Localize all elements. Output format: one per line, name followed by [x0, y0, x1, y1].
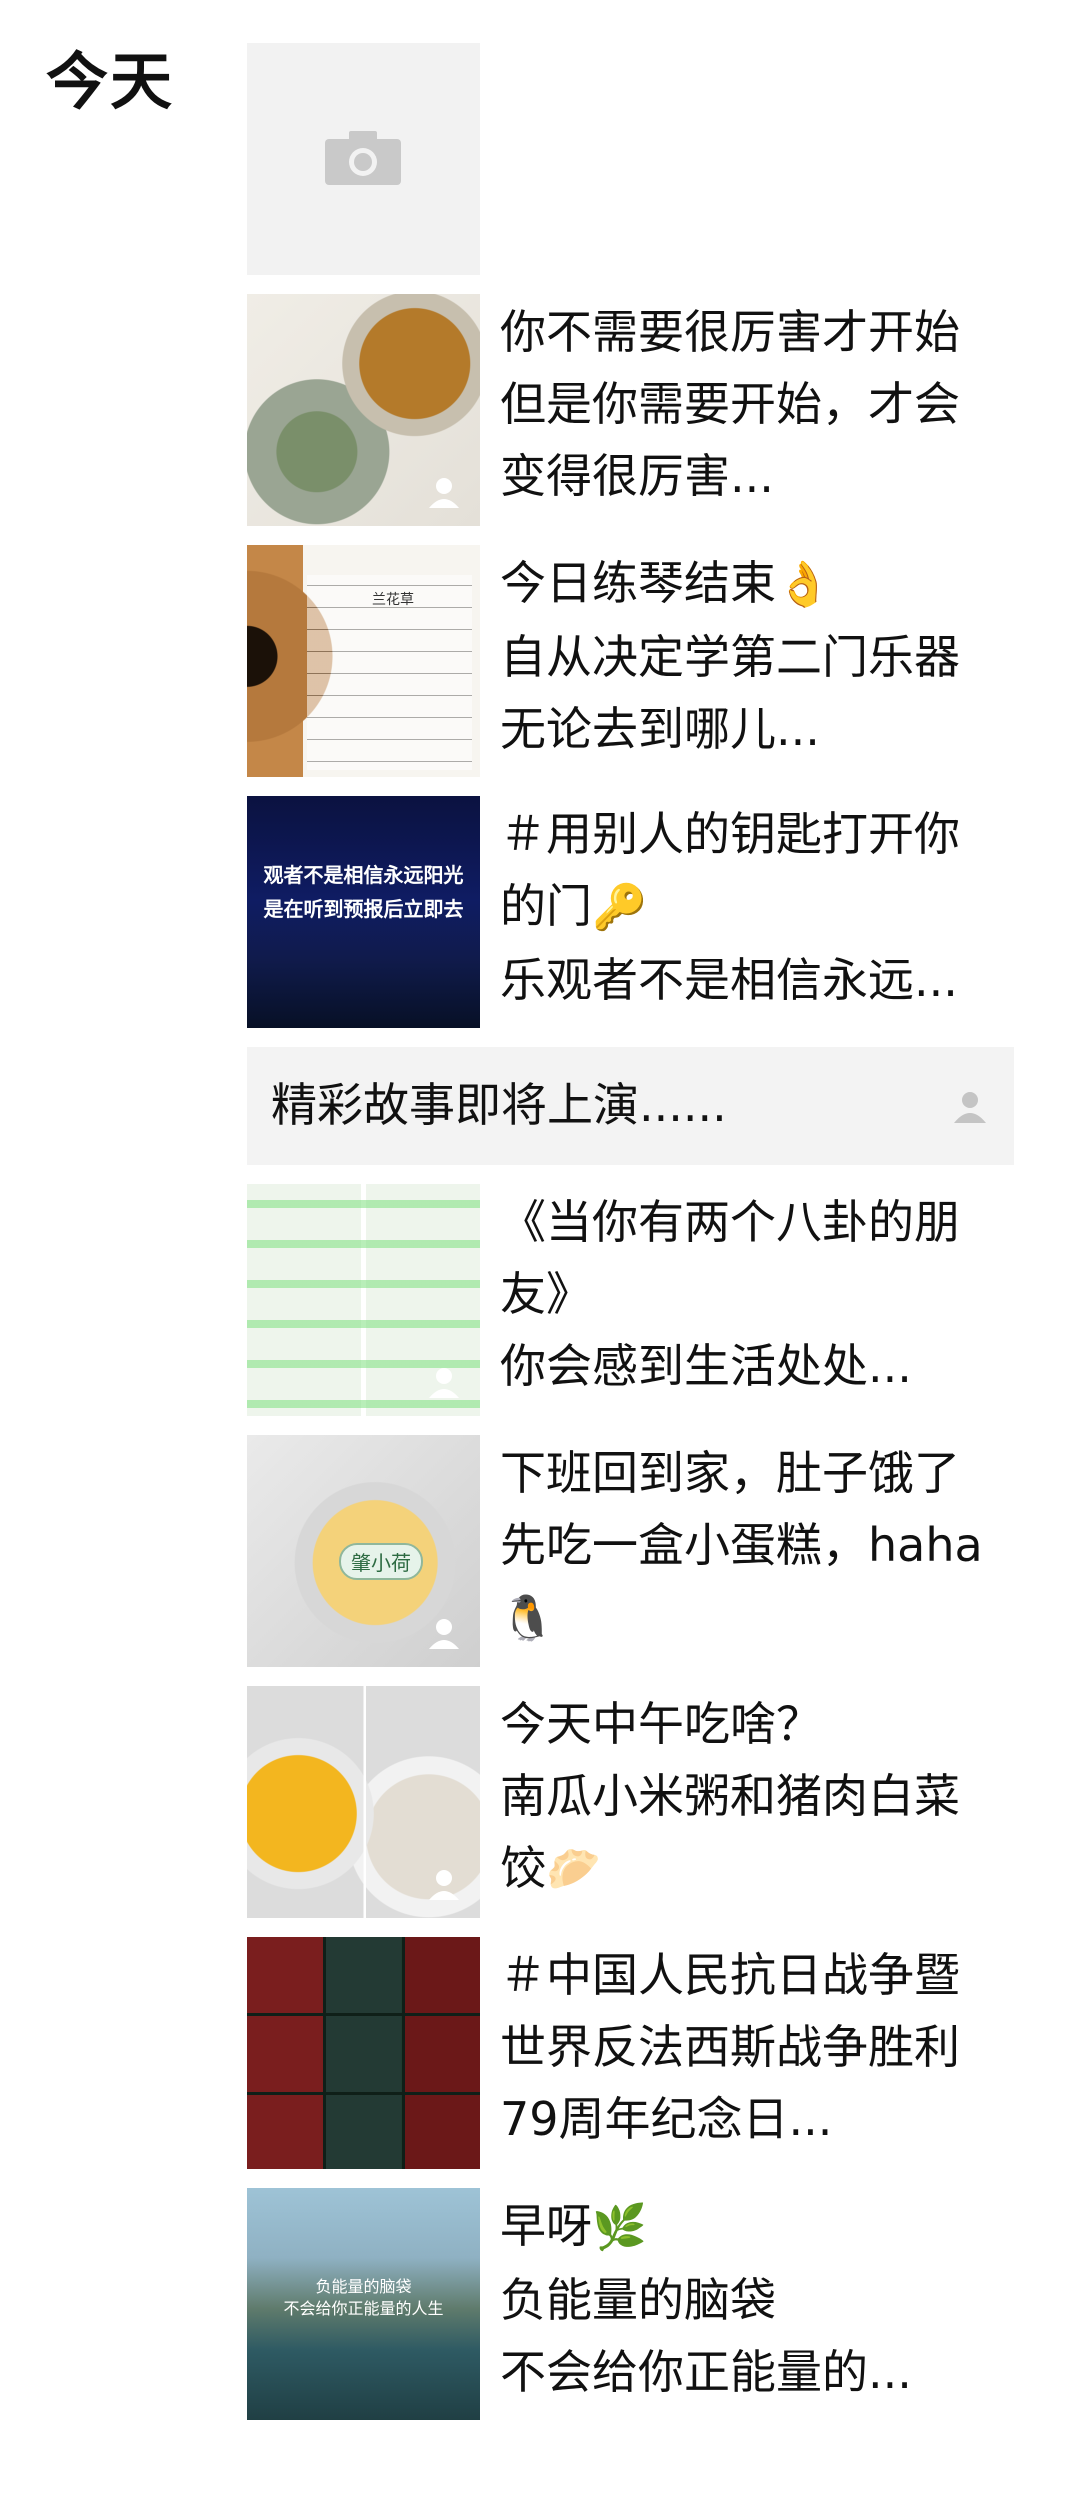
post-thumbnail[interactable]	[247, 1184, 480, 1416]
post-text-line: 乐观者不是相信永远...	[500, 953, 958, 1007]
leaf-emoji-icon: 🌿	[592, 2202, 647, 2253]
post-text: 《当你有两个八卦的朋 友》 你会感到生活处处...	[500, 1184, 1007, 1402]
post-item[interactable]: 负能量的脑袋 不会给你正能量的人生 早呀🌿 负能量的脑袋 不会给你正能量的...	[247, 2188, 1007, 2420]
post-item[interactable]: ＃中国人民抗日战争暨 世界反法西斯战争胜利 79周年纪念日...	[247, 1937, 1007, 2169]
post-text-line: 先吃一盒小蛋糕，haha	[500, 1518, 983, 1572]
post-item[interactable]: 你不需要很厉害才开始 但是你需要开始，才会 变得很厉害...	[247, 294, 1007, 526]
thumbnail-caption-line: 是在听到预报后立即去	[263, 897, 464, 921]
penguin-emoji-icon: 🐧	[500, 1593, 555, 1644]
post-text: ＃用别人的钥匙打开你 的门🔑 乐观者不是相信永远...	[500, 796, 1007, 1016]
post-text-line: 饺	[500, 1841, 546, 1895]
post-item[interactable]: 观者不是相信永远阳光 是在听到预报后立即去 ＃用别人的钥匙打开你 的门🔑 乐观者…	[247, 796, 1007, 1028]
moments-feed: 你不需要很厉害才开始 但是你需要开始，才会 变得很厉害... 兰花草 今日练琴结…	[247, 43, 1014, 2439]
friend-icon	[429, 1368, 459, 1398]
post-text: ＃中国人民抗日战争暨 世界反法西斯战争胜利 79周年纪念日...	[500, 1937, 1007, 2155]
friend-icon	[429, 1870, 459, 1900]
post-item[interactable]: 肇小荷 下班回到家，肚子饿了 先吃一盒小蛋糕，haha 🐧	[247, 1435, 1007, 1667]
thumbnail-caption-line: 不会给你正能量的人生	[283, 2299, 444, 2318]
post-text-line: 世界反法西斯战争胜利	[500, 2020, 960, 2074]
post-text-line: ＃中国人民抗日战争暨	[500, 1948, 960, 2002]
post-text-line: 友》	[500, 1267, 592, 1321]
day-label: 今天	[46, 45, 175, 118]
text-only-post[interactable]: 精彩故事即将上演......	[247, 1047, 1014, 1165]
post-text-line: 不会给你正能量的...	[500, 2345, 912, 2399]
post-text: 早呀🌿 负能量的脑袋 不会给你正能量的...	[500, 2188, 1007, 2408]
post-text-line: 负能量的脑袋	[500, 2273, 776, 2327]
post-item[interactable]: 《当你有两个八卦的朋 友》 你会感到生活处处...	[247, 1184, 1007, 1416]
post-text-line: 你会感到生活处处...	[500, 1339, 912, 1393]
post-thumbnail[interactable]: 兰花草	[247, 545, 480, 777]
thumbnail-caption: 观者不是相信永远阳光 是在听到预报后立即去	[247, 858, 480, 926]
post-text: 下班回到家，肚子饿了 先吃一盒小蛋糕，haha 🐧	[500, 1435, 1007, 1655]
post-thumbnail[interactable]	[247, 43, 480, 275]
post-text: 今天中午吃啥？ 南瓜小米粥和猪肉白菜 饺🥟	[500, 1686, 1007, 1906]
friend-icon	[429, 1619, 459, 1649]
poster-collage-image	[247, 1937, 480, 2169]
key-emoji-icon: 🔑	[592, 882, 647, 933]
post-text-line: 《当你有两个八卦的朋	[500, 1195, 960, 1249]
post-text-line: 下班回到家，肚子饿了	[500, 1446, 960, 1500]
post-text: 今日练琴结束👌 自从决定学第二门乐器 无论去到哪儿...	[500, 545, 1007, 765]
ok-hand-emoji-icon: 👌	[776, 559, 831, 610]
post-text: 你不需要很厉害才开始 但是你需要开始，才会 变得很厉害...	[500, 294, 1007, 512]
post-text-line: ＃用别人的钥匙打开你	[500, 807, 960, 861]
post-text-line: 自从决定学第二门乐器	[500, 630, 960, 684]
post-item[interactable]: 今天中午吃啥？ 南瓜小米粥和猪肉白菜 饺🥟	[247, 1686, 1007, 1918]
post-text-line: 早呀	[500, 2199, 592, 2253]
post-text-line: 今日练琴结束	[500, 556, 776, 610]
thumbnail-caption-line: 观者不是相信永远阳光	[263, 863, 464, 887]
post-thumbnail[interactable]: 观者不是相信永远阳光 是在听到预报后立即去	[247, 796, 480, 1028]
dumpling-emoji-icon: 🥟	[546, 1844, 601, 1895]
post-thumbnail[interactable]	[247, 1686, 480, 1918]
post-thumbnail[interactable]: 肇小荷	[247, 1435, 480, 1667]
post-thumbnail[interactable]	[247, 294, 480, 526]
post-thumbnail[interactable]: 负能量的脑袋 不会给你正能量的人生	[247, 2188, 480, 2420]
post-photo-placeholder[interactable]	[247, 43, 1007, 275]
post-text-line: 你不需要很厉害才开始	[500, 305, 960, 359]
post-text-line: 无论去到哪儿...	[500, 702, 820, 756]
thumbnail-caption-line: 负能量的脑袋	[315, 2277, 412, 2296]
friend-icon	[429, 478, 459, 508]
post-text-line: 变得很厉害...	[500, 449, 774, 503]
post-item[interactable]: 兰花草 今日练琴结束👌 自从决定学第二门乐器 无论去到哪儿...	[247, 545, 1007, 777]
friend-icon	[954, 1092, 986, 1123]
banner-text: 精彩故事即将上演......	[271, 1078, 727, 1132]
post-thumbnail[interactable]	[247, 1937, 480, 2169]
sheet-music-title: 兰花草	[372, 592, 414, 608]
camera-icon	[325, 131, 401, 185]
post-text-line: 今天中午吃啥？	[500, 1697, 822, 1751]
post-text-line: 南瓜小米粥和猪肉白菜	[500, 1769, 960, 1823]
post-text-line: 的门	[500, 879, 592, 933]
post-text-line: 但是你需要开始，才会	[500, 377, 960, 431]
post-text-line: 79周年纪念日...	[500, 2092, 833, 2146]
cake-brand-label: 肇小荷	[339, 1543, 423, 1580]
